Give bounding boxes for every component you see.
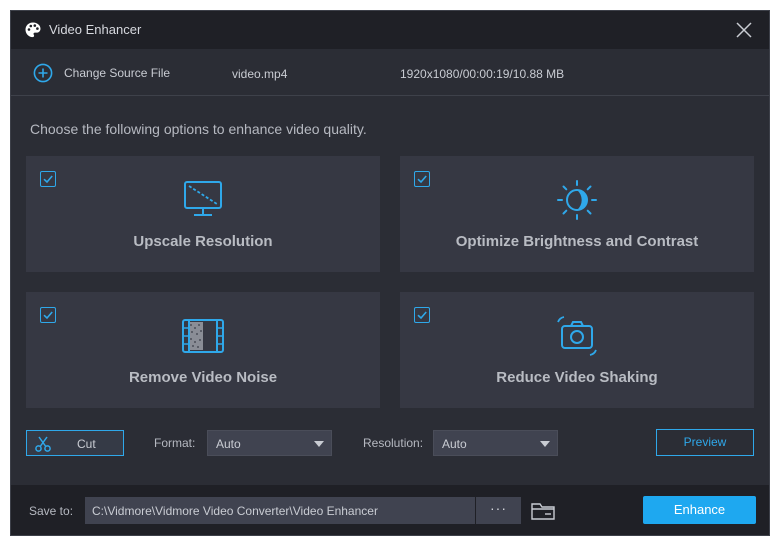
chevron-down-icon <box>314 441 324 447</box>
checkmark-icon <box>417 175 427 184</box>
camera-stabilize-icon <box>557 316 597 356</box>
option-upscale-resolution[interactable]: Upscale Resolution <box>26 156 380 272</box>
source-file-info: 1920x1080/00:00:19/10.88 MB <box>400 67 565 81</box>
preview-button[interactable]: Preview <box>656 429 754 456</box>
checkmark-icon <box>43 175 53 184</box>
reduce-video-shaking-checkbox[interactable] <box>414 307 430 323</box>
option-remove-video-noise[interactable]: Remove Video Noise <box>26 292 380 408</box>
resolution-label: Resolution: <box>363 436 424 450</box>
video-enhancer-window: Video Enhancer Change Source File video.… <box>10 10 770 536</box>
resolution-value: Auto <box>442 437 467 451</box>
palette-icon <box>25 22 41 38</box>
checkmark-icon <box>43 311 53 320</box>
option-reduce-video-shaking[interactable]: Reduce Video Shaking <box>400 292 754 408</box>
upscale-resolution-label: Upscale Resolution <box>133 233 273 250</box>
source-file-name: video.mp4 <box>232 67 288 81</box>
remove-video-noise-checkbox[interactable] <box>40 307 56 323</box>
resolution-select[interactable]: Auto <box>433 430 558 456</box>
browse-button[interactable]: ··· <box>476 497 521 524</box>
close-icon[interactable] <box>735 21 753 39</box>
bottom-bar: Save to: ··· Enhance <box>11 485 769 535</box>
plus-circle-icon <box>33 63 53 83</box>
checkmark-icon <box>417 311 427 320</box>
format-select[interactable]: Auto <box>207 430 332 456</box>
reduce-video-shaking-label: Reduce Video Shaking <box>496 369 658 386</box>
film-noise-icon <box>182 319 224 353</box>
change-source-file-label: Change Source File <box>64 66 171 80</box>
upscale-resolution-checkbox[interactable] <box>40 171 56 187</box>
monitor-icon <box>184 181 222 216</box>
brightness-icon <box>557 180 597 220</box>
window-title: Video Enhancer <box>49 22 142 37</box>
save-path-field[interactable] <box>85 497 475 524</box>
option-optimize-brightness[interactable]: Optimize Brightness and Contrast <box>400 156 754 272</box>
remove-video-noise-label: Remove Video Noise <box>128 369 278 386</box>
optimize-brightness-label: Optimize Brightness and Contrast <box>455 233 699 250</box>
cut-button[interactable]: Cut <box>26 430 124 456</box>
chevron-down-icon <box>540 441 550 447</box>
title-bar: Video Enhancer <box>11 11 769 49</box>
open-folder-icon[interactable] <box>530 500 556 522</box>
enhance-button[interactable]: Enhance <box>643 496 756 524</box>
change-source-file-button[interactable]: Change Source File <box>33 63 170 83</box>
instruction-text: Choose the following options to enhance … <box>30 121 367 137</box>
save-to-label: Save to: <box>29 504 74 518</box>
scissors-icon <box>35 436 51 452</box>
optimize-brightness-checkbox[interactable] <box>414 171 430 187</box>
source-bar: Change Source File video.mp4 1920x1080/0… <box>11 49 769 96</box>
cut-button-label: Cut <box>77 437 96 451</box>
format-value: Auto <box>216 437 241 451</box>
format-label: Format: <box>154 436 196 450</box>
